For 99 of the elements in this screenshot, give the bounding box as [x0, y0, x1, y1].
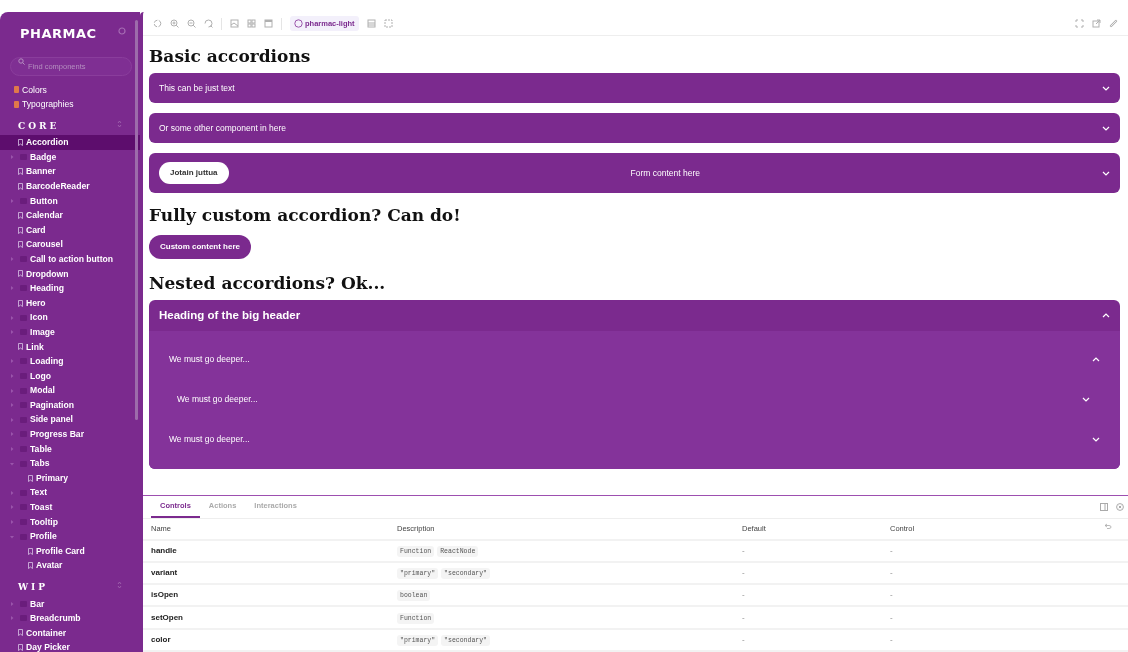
default-value: -	[742, 590, 745, 600]
bookmark-icon	[18, 299, 23, 307]
section-heading: Nested accordions? Ok...	[149, 272, 387, 295]
image-icon[interactable]	[230, 19, 239, 28]
property-name: variant	[151, 566, 179, 579]
accordion-title: This can be just text	[159, 81, 235, 95]
sidebar-item[interactable]: Toast	[0, 500, 140, 515]
open-new-tab-icon[interactable]	[1092, 19, 1101, 28]
accordion-header[interactable]: Jotain juttua Form content here	[149, 153, 1120, 193]
sidebar-item[interactable]: Calendar	[0, 208, 140, 223]
sidebar-item[interactable]: BarcodeReader	[0, 178, 140, 194]
caret-right-icon	[10, 374, 14, 378]
sidebar-item[interactable]: Profile Card	[0, 543, 140, 559]
default-value: -	[742, 545, 745, 555]
settings-icon[interactable]	[118, 27, 126, 35]
property-name: isOpen	[151, 589, 180, 602]
section-heading: WIP	[18, 581, 49, 594]
sync-icon[interactable]	[153, 19, 162, 28]
accordion-title: We must go deeper...	[169, 352, 250, 366]
window-icon[interactable]	[264, 19, 273, 28]
sidebar-item[interactable]: Avatar	[0, 558, 140, 573]
accordion-header[interactable]: This can be just text	[149, 73, 1120, 103]
control-value: -	[890, 634, 893, 644]
reset-icon[interactable]	[1104, 523, 1112, 530]
bookmark-icon	[18, 343, 23, 351]
sidebar-item[interactable]: Side panel	[0, 412, 140, 428]
sidebar-item[interactable]: Tooltip	[0, 514, 140, 530]
sidebar-item[interactable]: Banner	[0, 164, 140, 179]
scrollbar-thumb[interactable]	[135, 20, 138, 420]
sidebar-item[interactable]: Carousel	[0, 237, 140, 252]
sidebar-item[interactable]: Icon	[0, 310, 140, 325]
accordion-title: Heading of the big header	[159, 307, 301, 323]
sidebar-toggle-icon[interactable]	[1100, 503, 1108, 512]
sidebar-item[interactable]: Card	[0, 222, 140, 238]
bookmark-icon	[28, 474, 33, 482]
accordion-header[interactable]: Heading of the big header	[149, 300, 1120, 331]
sidebar-item[interactable]: Heading	[0, 281, 140, 296]
sidebar-item[interactable]: Dropdown	[0, 266, 140, 282]
sidebar-item[interactable]: Text	[0, 485, 140, 501]
layout-icon[interactable]	[366, 19, 376, 28]
sidebar-item[interactable]: Link	[0, 339, 140, 355]
section-heading: Fully custom accordion? Can do!	[149, 204, 462, 227]
fullscreen-icon[interactable]	[1075, 19, 1084, 28]
sidebar-item[interactable]: Tabs	[0, 456, 140, 471]
sidebar-item[interactable]: Image	[0, 324, 140, 340]
sidebar-item[interactable]: Modal	[0, 383, 140, 398]
control-value: -	[890, 567, 893, 577]
zoom-out-icon[interactable]	[187, 19, 196, 28]
sidebar-item[interactable]: Breadcrumb	[0, 611, 140, 626]
custom-button[interactable]: Custom content here	[149, 235, 251, 259]
accordion-content: Form content here	[630, 166, 700, 180]
default-value: -	[742, 634, 745, 644]
sidebar-item[interactable]: Call to action button	[0, 251, 140, 267]
link-icon[interactable]	[1109, 19, 1118, 28]
accordion-header[interactable]: We must go deeper...	[149, 379, 1120, 419]
expand-collapse-icon[interactable]	[117, 581, 122, 589]
logo[interactable]: PHARMAC	[0, 12, 140, 44]
accordion-header[interactable]: Or some other component in here	[149, 113, 1120, 143]
sidebar-item[interactable]: Badge	[0, 149, 140, 165]
accordion-header[interactable]: We must go deeper...	[149, 419, 1120, 459]
expand-collapse-icon[interactable]	[117, 119, 122, 128]
sidebar-item[interactable]: Typographies	[0, 97, 140, 112]
sidebar-item[interactable]: Colors	[0, 82, 140, 98]
zoom-reset-icon[interactable]	[204, 19, 213, 28]
section-heading: Basic accordions	[149, 45, 312, 68]
sidebar-item[interactable]: Table	[0, 441, 140, 457]
property-name: handle	[151, 544, 178, 557]
grid-icon[interactable]	[247, 19, 256, 28]
accordion-title: We must go deeper...	[169, 432, 250, 446]
sidebar-item[interactable]: Button	[0, 193, 140, 209]
bookmark-icon	[18, 270, 23, 278]
circle-icon	[294, 19, 303, 28]
accordion-header[interactable]: We must go deeper...	[149, 339, 1120, 379]
sidebar-item[interactable]: Progress Bar	[0, 427, 140, 442]
sidebar-item[interactable]: Logo	[0, 368, 140, 384]
sidebar-item[interactable]: Loading	[0, 354, 140, 369]
default-value: -	[742, 567, 745, 577]
section-heading: CORE	[18, 119, 60, 133]
button[interactable]: Jotain juttua	[159, 162, 229, 184]
accordion-title: Or some other component in here	[159, 121, 287, 135]
control-value: -	[890, 612, 893, 622]
sidebar-item[interactable]: Container	[0, 625, 140, 641]
property-name: setOpen	[151, 611, 184, 624]
control-value: -	[890, 545, 893, 555]
property-name: color	[151, 633, 172, 646]
sidebar-item[interactable]: Accordion	[0, 135, 140, 150]
sidebar-item[interactable]: Primary	[0, 470, 140, 486]
bookmark-icon	[18, 139, 23, 146]
sidebar-item[interactable]: Pagination	[0, 397, 140, 413]
sidebar-item[interactable]: Hero	[0, 295, 140, 311]
search-icon	[18, 57, 25, 65]
outline-icon[interactable]	[383, 19, 393, 28]
accordion-title: We must go deeper...	[177, 392, 258, 406]
default-value: -	[742, 612, 745, 622]
control-value: -	[890, 590, 893, 600]
zoom-in-icon[interactable]	[170, 19, 179, 28]
sidebar-item[interactable]: Profile	[0, 529, 140, 544]
sidebar-item[interactable]: Bar	[0, 596, 140, 612]
sidebar-item[interactable]: Day Picker	[0, 640, 140, 652]
